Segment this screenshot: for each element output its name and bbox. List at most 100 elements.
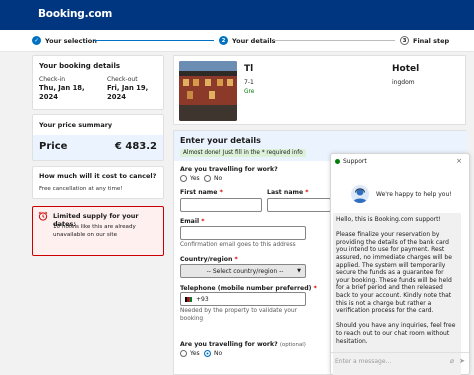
checkout-label: Check-out [107, 76, 138, 83]
required-info-badge: Almost done! Just fill in the * required… [180, 149, 306, 157]
first-name-label: First name * [180, 189, 223, 196]
price-summary-card: Your price summary Price € 483.2 [32, 114, 164, 161]
cancel-text: Free cancellation at any time! [39, 186, 123, 192]
checkin-date: Thu, Jan 18, [39, 84, 85, 92]
price-label: Price [39, 141, 68, 152]
checkout-year: 2024 [107, 93, 126, 101]
hotel-name-start: Tl [244, 64, 254, 74]
chat-message-bubble: Hello, this is Booking.com support! Plea… [333, 213, 461, 375]
support-agent-avatar [351, 185, 369, 203]
booking-details-title: Your booking details [39, 62, 121, 70]
step-final: 3 Final step [400, 36, 449, 45]
chat-divider [331, 352, 469, 353]
cancel-title: How much will it cost to cancel? [39, 172, 157, 180]
hotel-card: Tl Hotel 7-1 ingdom Gre [173, 55, 466, 125]
no-label: No [214, 175, 223, 182]
required-mark: * [234, 256, 238, 263]
support-chat-widget: Support × We're happy to help you! Hello… [330, 153, 470, 375]
checkout-date: Fri, Jan 19, [107, 84, 149, 92]
price-value: € 483.2 [114, 141, 157, 152]
required-mark: * [219, 189, 223, 196]
step-label: Final step [413, 36, 450, 45]
required-mark: * [305, 189, 309, 196]
chat-title: Support [343, 158, 367, 165]
yes-label: Yes [190, 350, 200, 357]
checkin-label: Check-in [39, 76, 66, 83]
travel-work-question-2-text: Are you travelling for work? [180, 341, 278, 348]
radio-button-selected[interactable] [204, 350, 211, 357]
yes-label: Yes [190, 175, 200, 182]
country-label-text: Country/region [180, 256, 233, 263]
hotel-name-end: Hotel [392, 64, 420, 74]
top-header: Booking.com [0, 0, 474, 30]
booking-details-card: Your booking details Check-in Thu, Jan 1… [32, 55, 164, 110]
attach-icon[interactable]: ⌀ [450, 357, 454, 365]
price-box: Price € 483.2 [33, 135, 163, 160]
optional-tag: (optional) [279, 342, 306, 348]
radio-button[interactable] [180, 350, 187, 357]
form-title: Enter your details [180, 136, 261, 145]
phone-prefix: +93 [196, 295, 209, 303]
phone-label-text: Telephone (mobile number preferred) [180, 285, 312, 292]
chat-message-input[interactable]: Enter a message... [335, 358, 391, 365]
hotel-address-start: 7-1 [244, 79, 254, 86]
step-your-details: 2 Your details [219, 36, 276, 45]
checkin-year: 2024 [39, 93, 58, 101]
hotel-photo[interactable] [179, 61, 237, 121]
last-name-input[interactable] [267, 198, 331, 212]
chat-message-closing: Should you have any inquiries, feel free… [336, 322, 456, 345]
step-your-selection: ✓ Your selection [32, 36, 97, 45]
travel-work-yes-option[interactable]: Yes [180, 175, 200, 182]
step-label: Your details [232, 36, 276, 45]
online-status-icon [335, 159, 340, 164]
first-name-input[interactable] [180, 198, 262, 212]
no-label: No [214, 350, 223, 357]
step-connector [273, 40, 395, 41]
phone-input[interactable]: +93 [180, 292, 306, 306]
email-label: Email * [180, 218, 205, 225]
limited-supply-alert: Limited supply for your dates: 10 hotels… [32, 206, 164, 256]
email-input[interactable] [180, 226, 306, 240]
first-name-label-text: First name [180, 189, 218, 196]
travel-work-yes-option-2[interactable]: Yes [180, 350, 200, 357]
phone-hint-line2: booking [180, 316, 204, 322]
travel-work-no-option-2[interactable]: No [204, 350, 222, 357]
alert-text-line2: unavailable on our site [53, 232, 118, 238]
travel-work-question: Are you travelling for work? [180, 166, 278, 173]
step-connector [94, 40, 214, 41]
step-number: 3 [400, 36, 409, 45]
chat-message-greeting: Hello, this is Booking.com support! [336, 216, 441, 223]
country-select[interactable]: -- Select country/region -- ▼ [180, 264, 306, 278]
alarm-clock-icon [38, 211, 48, 221]
last-name-label: Last name * [267, 189, 309, 196]
close-icon[interactable]: × [456, 157, 462, 165]
send-icon[interactable]: ➤ [459, 357, 465, 365]
hotel-address-end: ingdom [392, 79, 415, 86]
chat-message-body: Please finalize your reservation by prov… [336, 231, 452, 315]
alert-text-line1: 10 hotels like this are already [53, 224, 136, 230]
check-icon: ✓ [32, 36, 41, 45]
last-name-label-text: Last name [267, 189, 304, 196]
travel-work-no-option[interactable]: No [204, 175, 222, 182]
step-label: Your selection [45, 36, 97, 45]
email-label-text: Email [180, 218, 200, 225]
chat-greeting: We're happy to help you! [376, 191, 452, 198]
booking-logo[interactable]: Booking.com [38, 8, 112, 20]
step-number: 2 [219, 36, 228, 45]
chevron-down-icon: ▼ [297, 268, 301, 274]
phone-hint-line1: Needed by the property to validate your [180, 308, 298, 314]
required-mark: * [201, 218, 205, 225]
price-summary-title: Your price summary [39, 121, 113, 129]
country-select-value: -- Select country/region -- [206, 267, 284, 275]
required-mark: * [313, 285, 317, 292]
phone-label: Telephone (mobile number preferred) * [180, 285, 317, 292]
progress-steps: ✓ Your selection 2 Your details 3 Final … [0, 30, 474, 52]
travel-work-question-2: Are you travelling for work? (optional) [180, 341, 306, 348]
country-label: Country/region * [180, 256, 238, 263]
chat-header: Support [335, 158, 367, 165]
afghanistan-flag-icon [185, 296, 192, 302]
email-hint: Confirmation email goes to this address [180, 242, 296, 248]
radio-button[interactable] [204, 175, 211, 182]
radio-button[interactable] [180, 175, 187, 182]
cancellation-card: How much will it cost to cancel? Free ca… [32, 166, 164, 199]
